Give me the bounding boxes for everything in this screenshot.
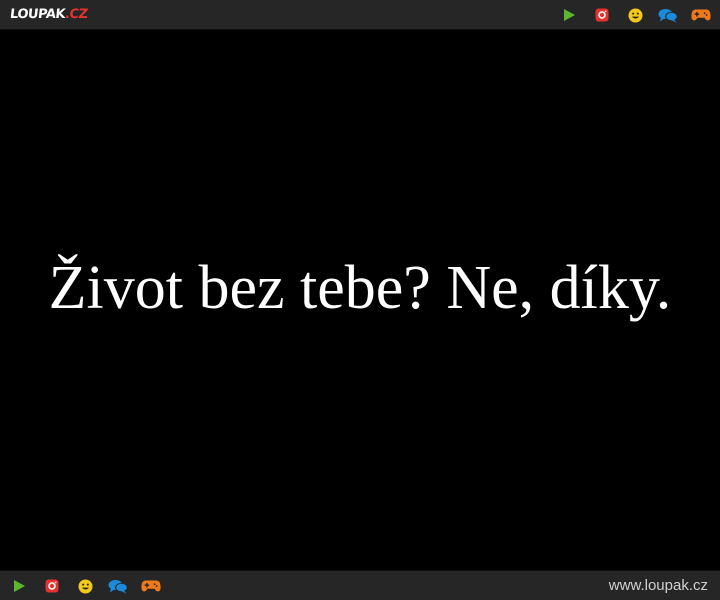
top-bar: LOUPAK.CZ [0, 0, 720, 30]
logo-text: LOUPAK [9, 7, 66, 22]
bottom-bar: www.loupak.cz [0, 570, 720, 600]
bottom-icon-group [9, 576, 174, 596]
play-icon[interactable] [9, 576, 29, 596]
footer-site-link[interactable]: www.loupak.cz [609, 578, 708, 594]
top-icon-group [546, 5, 711, 25]
quote-text: Život bez tebe? Ne, díky. [48, 254, 672, 322]
logo-tld: .CZ [64, 7, 89, 22]
smiley-icon[interactable] [625, 5, 645, 25]
chat-icon[interactable] [658, 5, 678, 25]
instagram-icon[interactable] [592, 5, 612, 25]
main-content: Život bez tebe? Ne, díky. [0, 30, 720, 570]
smiley-icon[interactable] [75, 576, 95, 596]
gamepad-icon[interactable] [691, 5, 711, 25]
play-icon[interactable] [559, 5, 579, 25]
site-logo[interactable]: LOUPAK.CZ [9, 6, 88, 24]
gamepad-icon[interactable] [141, 576, 161, 596]
instagram-icon[interactable] [42, 576, 62, 596]
chat-icon[interactable] [108, 576, 128, 596]
